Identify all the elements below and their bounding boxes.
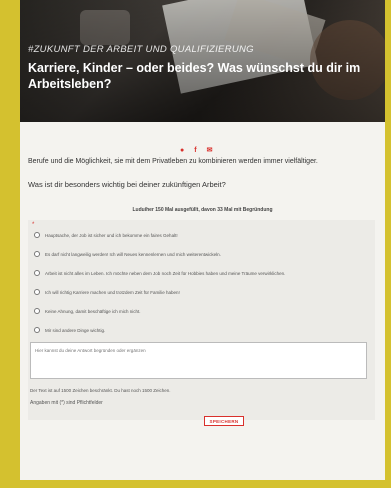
required-marker: * xyxy=(32,222,35,228)
char-counter: Der Text ist auf 1500 Zeichen beschränkt… xyxy=(30,388,171,393)
required-note: Angaben mit (*) sind Pflichtfelder xyxy=(30,400,103,406)
facebook-icon[interactable]: f xyxy=(194,147,196,155)
radio-button[interactable] xyxy=(34,308,40,314)
intro-text: Berufe und die Möglichkeit, sie mit dem … xyxy=(28,158,318,165)
option-label: Es darf nicht langweilig werden! Ich wil… xyxy=(45,251,221,257)
survey-form: * Hauptsache, der Job ist sicher und ich… xyxy=(28,220,375,426)
radio-button[interactable] xyxy=(34,270,40,276)
option-label: Arbeit ist nicht alles im Leben. Ich möc… xyxy=(45,270,286,276)
option-label: Keine Ahnung, damit beschäftige ich mich… xyxy=(45,308,141,314)
option-no-idea[interactable]: Keine Ahnung, damit beschäftige ich mich… xyxy=(34,306,354,316)
twitter-icon[interactable]: ● xyxy=(180,147,184,155)
radio-button[interactable] xyxy=(34,289,40,295)
radio-button[interactable] xyxy=(34,327,40,333)
hero-eyebrow: #ZUKUNFT DER ARBEIT UND QUALIFIZIERUNG xyxy=(28,44,254,55)
radio-button[interactable] xyxy=(34,232,40,238)
radio-button[interactable] xyxy=(34,251,40,257)
option-other[interactable]: Mir sind andere Dinge wichtig. xyxy=(34,325,354,335)
option-not-boring[interactable]: Es darf nicht langweilig werden! Ich wil… xyxy=(34,249,354,259)
page-title: Karriere, Kinder – oder beides? Was wüns… xyxy=(28,61,361,91)
hero-banner: #ZUKUNFT DER ARBEIT UND QUALIFIZIERUNG K… xyxy=(20,0,385,122)
option-label: Mir sind andere Dinge wichtig. xyxy=(45,327,106,333)
question-text: Was ist dir besonders wichtig bei deiner… xyxy=(28,180,226,189)
article-page: #ZUKUNFT DER ARBEIT UND QUALIFIZIERUNG K… xyxy=(20,0,385,480)
save-button[interactable]: SPEICHERN xyxy=(204,416,244,426)
mail-icon[interactable]: ✉ xyxy=(207,147,213,155)
share-bar: ● f ✉ xyxy=(180,147,212,155)
survey-heading: Luduiher 150 Mal ausgefüllt, davon 33 Ma… xyxy=(132,207,273,213)
comment-field[interactable] xyxy=(30,342,367,379)
option-work-life[interactable]: Arbeit ist nicht alles im Leben. Ich möc… xyxy=(34,268,354,278)
option-label: Hauptsache, der Job ist sicher und ich b… xyxy=(45,232,178,238)
option-label: Ich will richtig Karriere machen und tro… xyxy=(45,289,180,295)
option-career-family[interactable]: Ich will richtig Karriere machen und tro… xyxy=(34,287,354,297)
option-secure-job[interactable]: Hauptsache, der Job ist sicher und ich b… xyxy=(34,230,354,240)
